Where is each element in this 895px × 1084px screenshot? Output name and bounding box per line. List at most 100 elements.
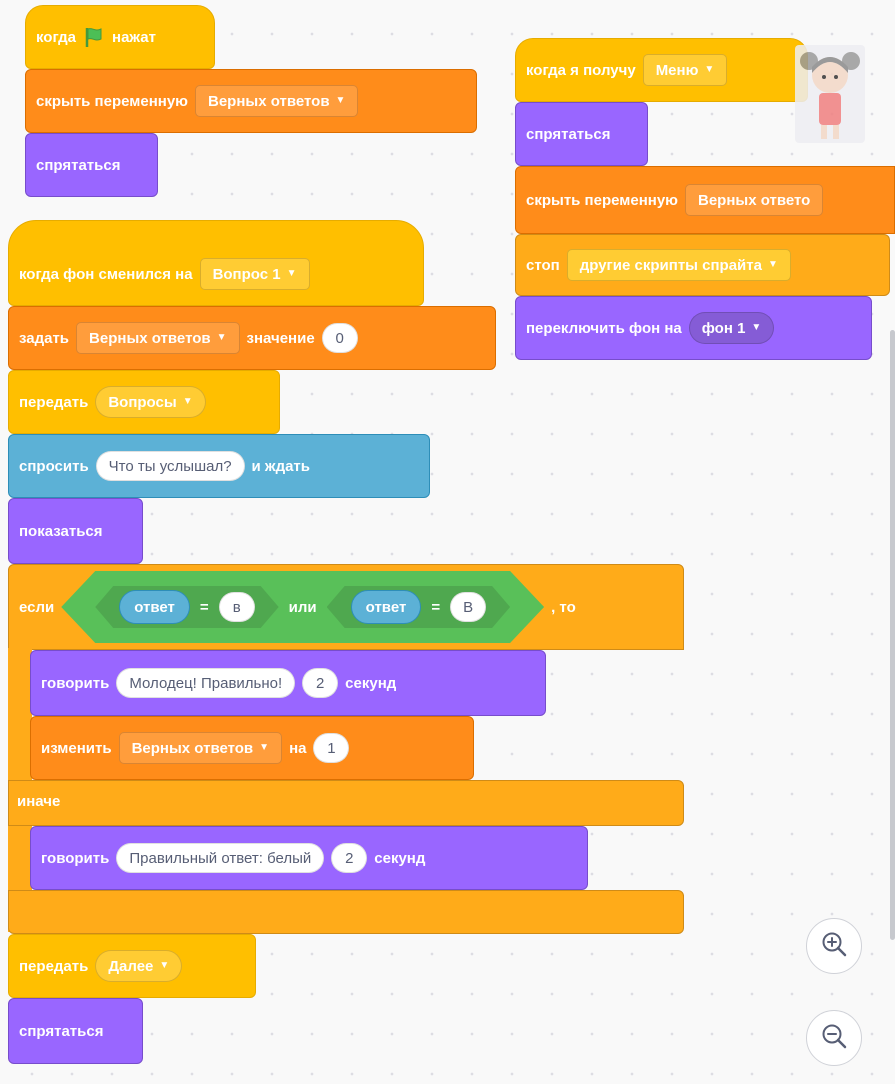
hide-variable-block[interactable]: скрыть переменную Верных ответов ▼ [25,69,477,133]
seconds-input[interactable]: 2 [331,843,368,873]
sprite-girl-icon [795,45,865,143]
zoom-out-button[interactable] [806,1010,862,1066]
block-label: значение [246,329,315,347]
variable-dropdown[interactable]: Верных ответов ▼ [76,322,240,354]
block-label: говорить [41,674,110,692]
dropdown-arrow-icon: ▼ [751,322,762,333]
when-i-receive-block[interactable]: когда я получу Меню ▼ [515,38,808,102]
or-operator[interactable]: ответ = в или ответ = В [61,571,544,643]
message-input[interactable]: Правильный ответ: белый [116,843,325,873]
message-dropdown[interactable]: Далее ▼ [95,950,183,982]
hide-block[interactable]: спрятаться [8,998,143,1064]
block-label: говорить [41,849,110,867]
zoom-in-icon [820,930,848,963]
block-label: секунд [374,849,426,867]
dropdown-arrow-icon: ▼ [159,960,170,971]
dropdown-value: Верных ответо [697,191,811,209]
block-label: когда фон сменился на [19,265,193,283]
seconds-input[interactable]: 2 [302,668,339,698]
show-block[interactable]: показаться [8,498,143,564]
dropdown-value: Меню [655,61,699,79]
dropdown-arrow-icon: ▼ [259,742,270,753]
dropdown-value: Верных ответов [131,739,254,757]
block-label: спрятаться [36,156,121,174]
value-input[interactable]: 0 [321,323,358,353]
if-else-bottom [8,890,684,934]
equals-operator-2[interactable]: ответ = В [327,586,510,628]
block-label: показаться [19,522,103,540]
compare-input-1[interactable]: в [219,592,255,622]
stop-block[interactable]: стоп другие скрипты спрайта ▼ [515,234,890,296]
stop-option-dropdown[interactable]: другие скрипты спрайта ▼ [566,249,791,281]
when-flag-clicked-block[interactable]: когда нажат [25,5,215,69]
block-label: если [19,598,55,616]
block-label: иначе [17,793,61,810]
variable-dropdown[interactable]: Верных ответов ▼ [194,85,359,117]
dropdown-arrow-icon: ▼ [182,396,193,407]
block-label: задать [19,329,70,347]
dropdown-value: Далее [108,957,154,975]
block-label: скрыть переменную [36,92,188,110]
block-label: спросить [19,457,89,475]
hide-block[interactable]: спрятаться [25,133,158,197]
block-label: скрыть переменную [526,191,678,209]
broadcast-block[interactable]: передать Далее ▼ [8,934,256,998]
zoom-out-icon [820,1022,848,1055]
ask-and-wait-block[interactable]: спросить Что ты услышал? и ждать [8,434,430,498]
dropdown-value: другие скрипты спрайта [579,256,762,274]
variable-dropdown[interactable]: Верных ответов ▼ [118,732,283,764]
dropdown-arrow-icon: ▼ [216,332,227,343]
set-variable-block[interactable]: задать Верных ответов ▼ значение 0 [8,306,496,370]
zoom-in-button[interactable] [806,918,862,974]
dropdown-value: фон 1 [701,319,746,337]
block-label: на [289,739,307,757]
else-bar: иначе [8,780,684,826]
block-label: , то [551,598,576,616]
block-label: стоп [526,256,560,274]
when-backdrop-switches-block[interactable]: когда фон сменился на Вопрос 1 ▼ [8,220,424,306]
dropdown-value: Верных ответов [89,329,211,347]
block-label: спрятаться [526,125,611,143]
green-flag-icon [83,26,105,48]
block-label: спрятаться [19,1022,104,1040]
broadcast-block[interactable]: передать Вопросы ▼ [8,370,280,434]
block-label: передать [19,957,89,975]
dropdown-arrow-icon: ▼ [286,268,297,279]
backdrop-dropdown[interactable]: Вопрос 1 ▼ [199,258,310,290]
block-label: когда я получу [526,61,636,79]
block-label: когда [36,28,77,46]
block-label: переключить фон на [526,319,682,337]
equals-sign: = [431,598,441,616]
dropdown-arrow-icon: ▼ [767,259,778,270]
dropdown-arrow-icon: ▼ [335,95,346,106]
compare-input-2[interactable]: В [450,592,486,622]
change-variable-block[interactable]: изменить Верных ответов ▼ на 1 [30,716,474,780]
dropdown-value: Вопрос 1 [212,265,281,283]
answer-reporter[interactable]: ответ [119,590,190,624]
or-label: или [288,598,317,616]
variable-dropdown[interactable]: Верных ответо [684,184,824,216]
hide-block[interactable]: спрятаться [515,102,648,166]
vertical-scrollbar[interactable] [890,330,895,940]
message-input[interactable]: Молодец! Правильно! [116,668,296,698]
backdrop-dropdown[interactable]: фон 1 ▼ [688,312,775,344]
say-for-secs-block[interactable]: говорить Молодец! Правильно! 2 секунд [30,650,546,716]
block-label: передать [19,393,89,411]
hide-variable-block[interactable]: скрыть переменную Верных ответо [515,166,895,234]
switch-backdrop-block[interactable]: переключить фон на фон 1 ▼ [515,296,872,360]
dropdown-value: Верных ответов [207,92,330,110]
block-label: нажат [112,28,156,46]
question-input[interactable]: Что ты услышал? [95,451,245,481]
message-dropdown[interactable]: Вопросы ▼ [95,386,206,418]
dropdown-arrow-icon: ▼ [704,64,715,75]
answer-reporter[interactable]: ответ [351,590,422,624]
block-label: изменить [41,739,112,757]
say-for-secs-block[interactable]: говорить Правильный ответ: белый 2 секун… [30,826,588,890]
dropdown-value: Вопросы [108,393,177,411]
equals-operator-1[interactable]: ответ = в [95,586,278,628]
block-label: и ждать [251,457,311,475]
equals-sign: = [199,598,209,616]
change-value-input[interactable]: 1 [313,733,350,763]
if-else-block[interactable]: если ответ = в или ответ = В , то [8,564,684,650]
message-dropdown[interactable]: Меню ▼ [642,54,728,86]
